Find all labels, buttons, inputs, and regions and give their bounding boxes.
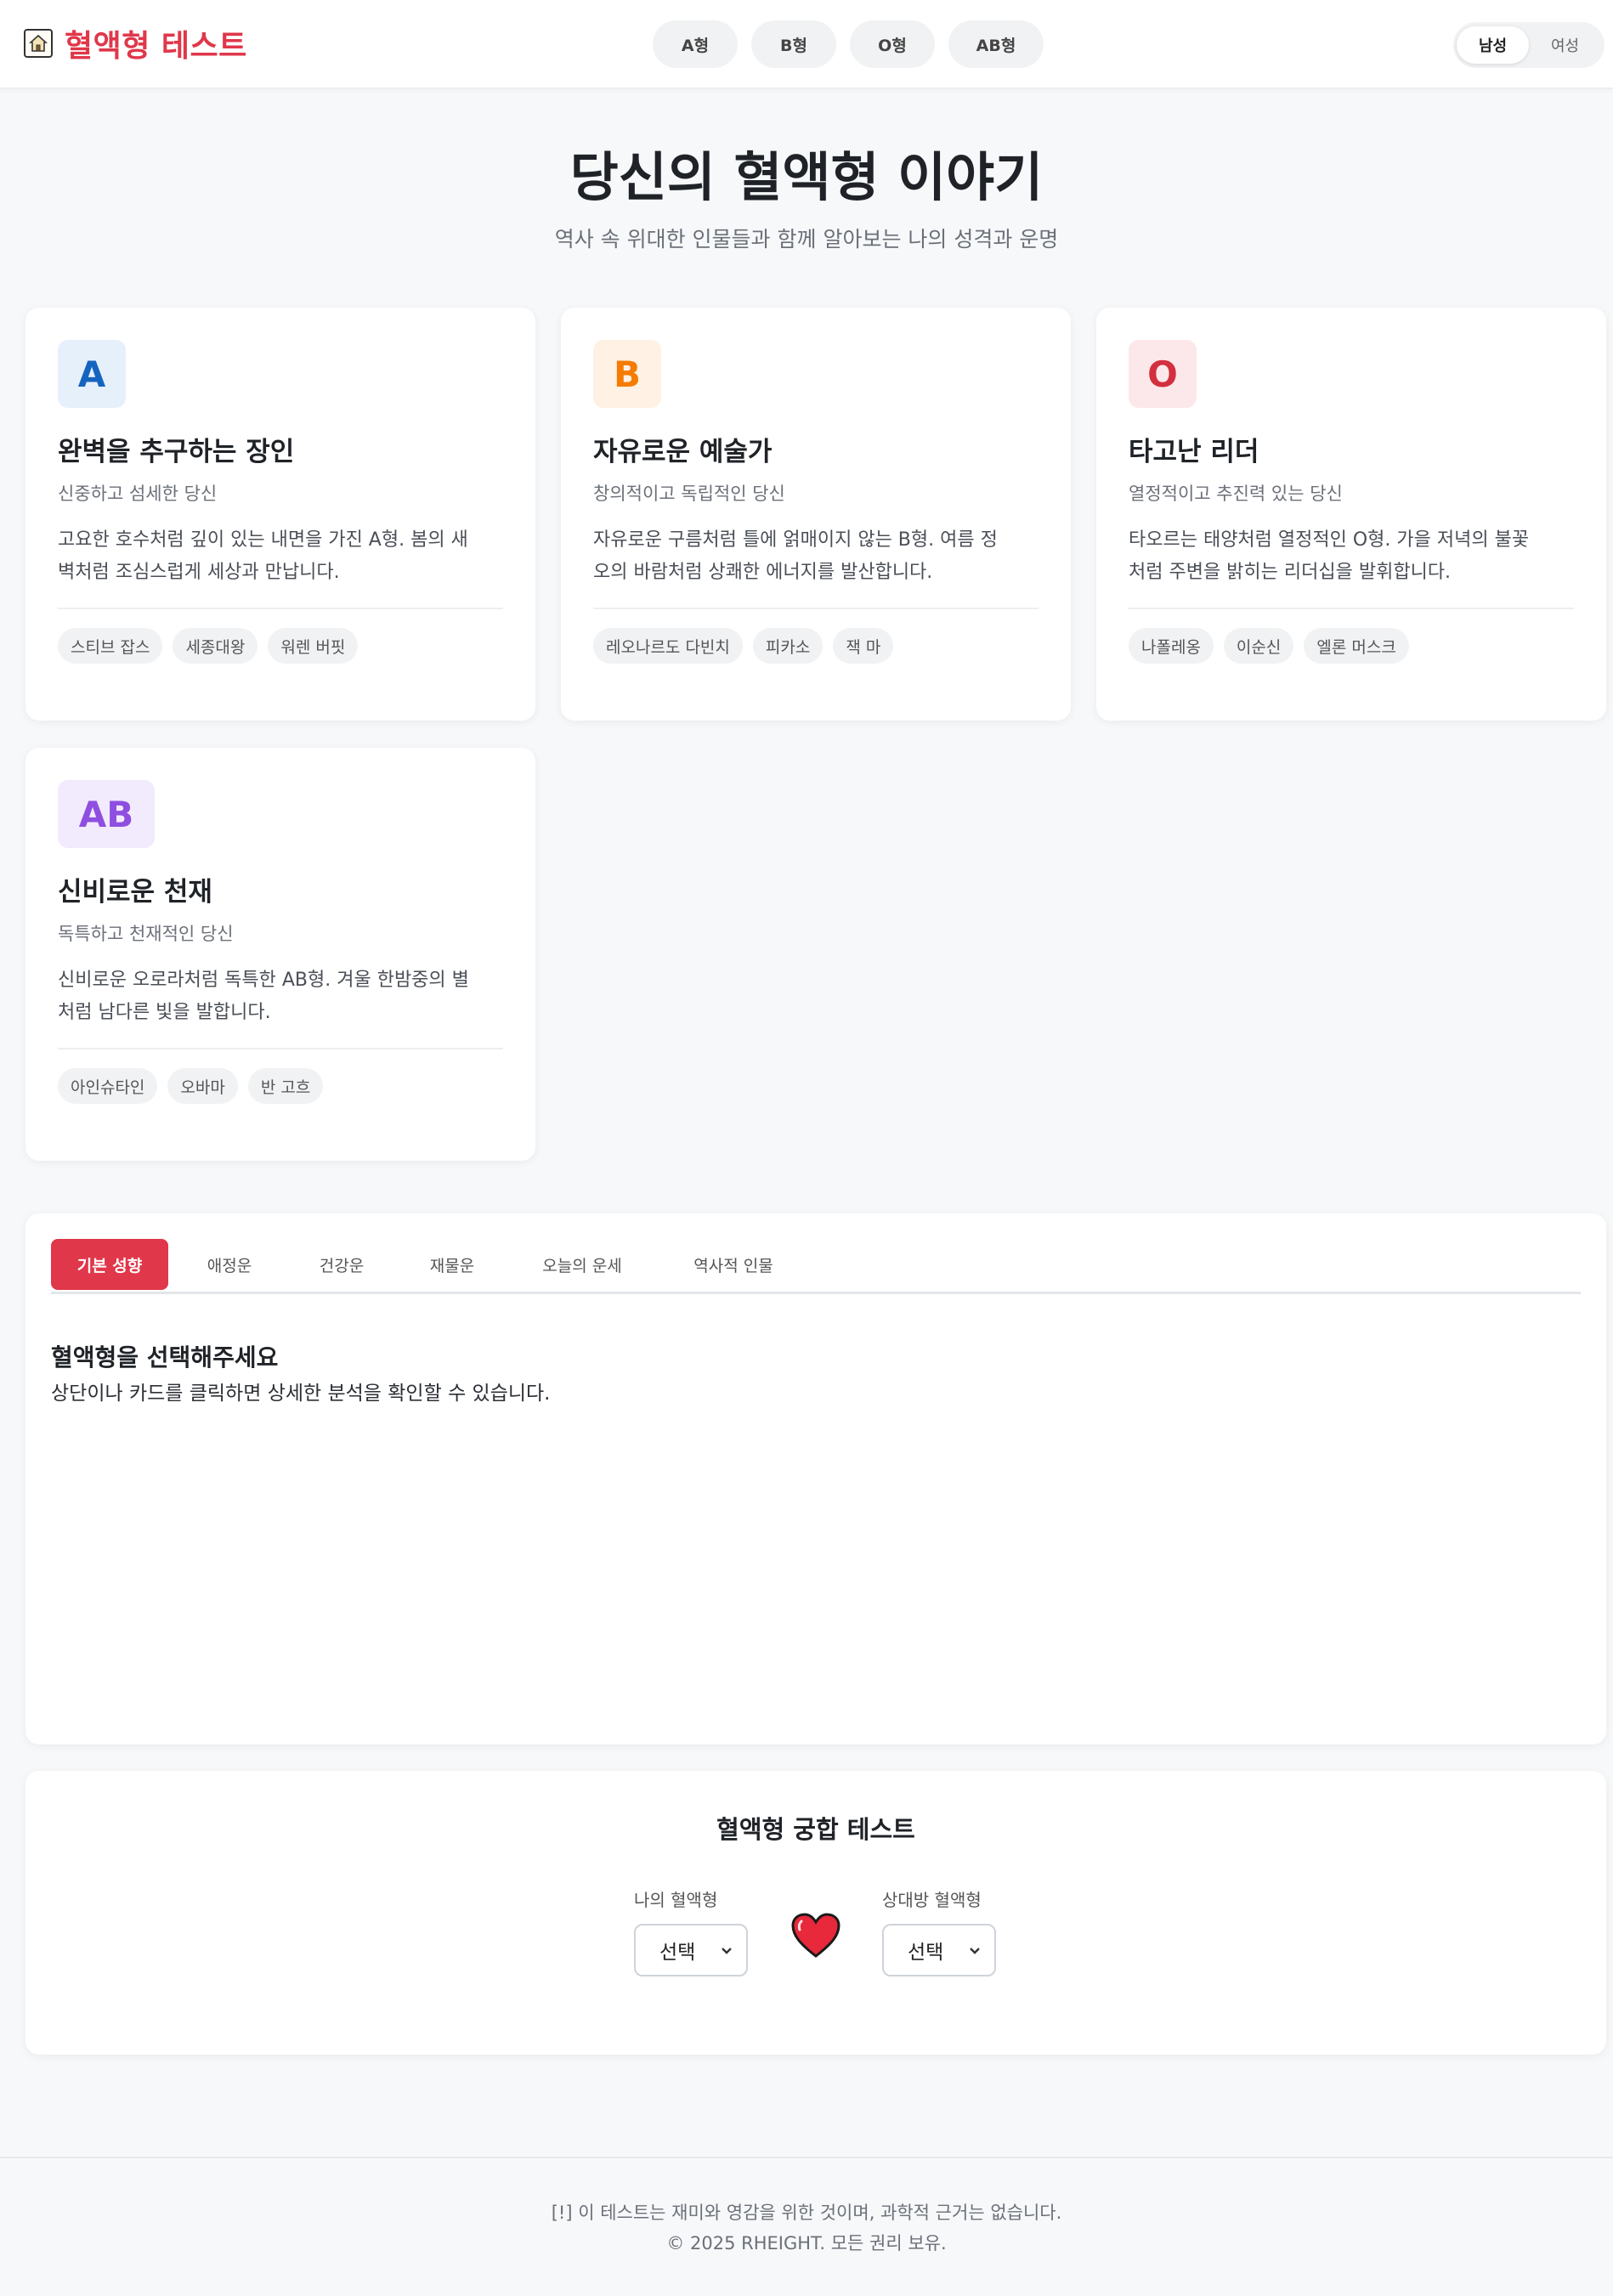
panel-text: 상단이나 카드를 클릭하면 상세한 분석을 확인할 수 있습니다. bbox=[51, 1383, 551, 1405]
person-tag: 세종대왕 bbox=[173, 628, 258, 664]
blood-type-card-o[interactable]: O 타고난 리더 열정적이고 추진력 있는 당신 타오르는 태양처럼 열정적인 … bbox=[1096, 308, 1606, 721]
tab-wealth[interactable]: 재물운 bbox=[401, 1239, 503, 1290]
card-description-line: 오의 바람처럼 상쾌한 에너지를 발산합니다. bbox=[593, 562, 933, 583]
person-tag: 레오나르도 다빈치 bbox=[593, 628, 743, 664]
tab-basic[interactable]: 기본 성향 bbox=[51, 1239, 168, 1290]
person-tag: 오바마 bbox=[167, 1068, 238, 1104]
card-title: 완벽을 추구하는 장인 bbox=[58, 437, 295, 467]
blood-type-badge: AB bbox=[58, 780, 155, 848]
famous-people-tags: 스티브 잡스 세종대왕 워렌 버핏 bbox=[58, 628, 503, 664]
my-blood-label: 나의 혈액형 bbox=[634, 1890, 718, 1910]
card-description: 고요한 호수처럼 깊이 있는 내면을 가진 A형. 봄의 새 벽처럼 조심스럽게… bbox=[58, 524, 503, 589]
logo-text: 혈액형 테스트 bbox=[65, 29, 247, 64]
person-tag: 아인슈타인 bbox=[58, 1068, 158, 1104]
blood-type-card-a[interactable]: A 완벽을 추구하는 장인 신중하고 섬세한 당신 고요한 호수처럼 깊이 있는… bbox=[25, 308, 535, 721]
tab-health[interactable]: 건강운 bbox=[291, 1239, 393, 1290]
chevron-down-icon bbox=[721, 1942, 733, 1960]
gender-male-option[interactable]: 남성 bbox=[1457, 26, 1529, 64]
person-tag: 이순신 bbox=[1223, 628, 1294, 664]
card-description-line: 고요한 호수처럼 깊이 있는 내면을 가진 A형. 봄의 새 bbox=[58, 529, 468, 551]
famous-people-tags: 아인슈타인 오바마 반 고흐 bbox=[58, 1068, 503, 1104]
tab-today[interactable]: 오늘의 운세 bbox=[510, 1239, 654, 1290]
gender-toggle: 남성 여성 bbox=[1453, 22, 1605, 68]
blood-type-badge: O bbox=[1129, 340, 1197, 408]
person-tag: 나폴레옹 bbox=[1129, 628, 1214, 664]
card-description: 신비로운 오로라처럼 독특한 AB형. 겨울 한밤중의 별 처럼 남다른 빛을 … bbox=[58, 964, 503, 1029]
tab-love[interactable]: 애정운 bbox=[178, 1239, 280, 1290]
famous-people-tags: 나폴레옹 이순신 엘론 머스크 bbox=[1129, 628, 1574, 664]
page-title: 당신의 혈액형 이야기 bbox=[569, 146, 1044, 208]
heart-icon bbox=[790, 1912, 841, 1963]
person-tag: 스티브 잡스 bbox=[58, 628, 163, 664]
chevron-down-icon bbox=[969, 1942, 981, 1960]
card-divider bbox=[58, 608, 503, 609]
card-divider bbox=[58, 1048, 503, 1049]
partner-blood-select[interactable]: 선택 bbox=[882, 1924, 996, 1976]
blood-type-badge: B bbox=[593, 340, 661, 408]
person-tag: 워렌 버핏 bbox=[268, 628, 359, 664]
card-title: 신비로운 천재 bbox=[58, 877, 212, 908]
disclaimer-text: [!] 이 테스트는 재미와 영감을 위한 것이며, 과학적 근거는 없습니다. bbox=[551, 2203, 1062, 2223]
logo[interactable]: 혈액형 테스트 bbox=[24, 22, 247, 65]
person-tag: 엘론 머스크 bbox=[1304, 628, 1409, 664]
card-divider bbox=[593, 608, 1039, 609]
blood-type-card-ab[interactable]: AB 신비로운 천재 독특하고 천재적인 당신 신비로운 오로라처럼 독특한 A… bbox=[25, 748, 535, 1161]
card-subtitle: 열정적이고 추진력 있는 당신 bbox=[1129, 484, 1343, 504]
panel-heading: 혈액형을 선택해주세요 bbox=[51, 1343, 279, 1371]
nav-ab-button[interactable]: AB형 bbox=[948, 20, 1044, 68]
card-description-line: 자유로운 구름처럼 틀에 얽매이지 않는 B형. 여름 정 bbox=[593, 529, 998, 551]
top-header: 혈액형 테스트 A형 B형 O형 AB형 남성 여성 bbox=[0, 0, 1613, 89]
blood-type-card-b[interactable]: B 자유로운 예술가 창의적이고 독립적인 당신 자유로운 구름처럼 틀에 얽매… bbox=[561, 308, 1071, 721]
blood-type-badge: A bbox=[58, 340, 126, 408]
card-description-line: 벽처럼 조심스럽게 세상과 만납니다. bbox=[58, 562, 340, 583]
card-description-line: 타오르는 태양처럼 열정적인 O형. 가을 저녁의 불꽃 bbox=[1129, 529, 1530, 551]
person-tag: 반 고흐 bbox=[247, 1068, 324, 1104]
partner-blood-select-value: 선택 bbox=[908, 1942, 944, 1964]
nav-o-button[interactable]: O형 bbox=[850, 20, 935, 68]
compatibility-section: 혈액형 궁합 테스트 나의 혈액형 선택 상대방 혈액형 선택 bbox=[25, 1771, 1606, 2055]
my-blood-select-value: 선택 bbox=[659, 1942, 696, 1964]
card-description-line: 처럼 주변을 밝히는 리더십을 발휘합니다. bbox=[1129, 562, 1452, 583]
card-description-line: 신비로운 오로라처럼 독특한 AB형. 겨울 한밤중의 별 bbox=[58, 970, 469, 991]
blood-type-nav: A형 B형 O형 AB형 bbox=[653, 20, 1044, 68]
card-divider bbox=[1129, 608, 1574, 609]
person-tag: 피카소 bbox=[752, 628, 823, 664]
my-blood-select[interactable]: 선택 bbox=[634, 1924, 748, 1976]
gender-female-option[interactable]: 여성 bbox=[1529, 26, 1601, 64]
nav-a-button[interactable]: A형 bbox=[653, 20, 738, 68]
person-tag: 잭 마 bbox=[833, 628, 894, 664]
card-title: 타고난 리더 bbox=[1129, 437, 1259, 467]
card-title: 자유로운 예술가 bbox=[593, 437, 773, 467]
page-subtitle: 역사 속 위대한 인물들과 함께 알아보는 나의 성격과 운명 bbox=[554, 227, 1059, 252]
tab-historical[interactable]: 역사적 인물 bbox=[661, 1239, 806, 1290]
card-description: 타오르는 태양처럼 열정적인 O형. 가을 저녁의 불꽃 처럼 주변을 밝히는 … bbox=[1129, 524, 1574, 589]
footer: [!] 이 테스트는 재미와 영감을 위한 것이며, 과학적 근거는 없습니다.… bbox=[0, 2157, 1613, 2296]
compatibility-title: 혈액형 궁합 테스트 bbox=[716, 1815, 915, 1844]
analysis-tabs: 기본 성향 애정운 건강운 재물운 오늘의 운세 역사적 인물 bbox=[51, 1239, 1581, 1294]
card-description: 자유로운 구름처럼 틀에 얽매이지 않는 B형. 여름 정 오의 바람처럼 상쾌… bbox=[593, 524, 1039, 589]
famous-people-tags: 레오나르도 다빈치 피카소 잭 마 bbox=[593, 628, 1039, 664]
house-icon bbox=[24, 29, 53, 58]
card-subtitle: 창의적이고 독립적인 당신 bbox=[593, 484, 785, 504]
card-subtitle: 신중하고 섬세한 당신 bbox=[58, 484, 218, 504]
analysis-panel: 기본 성향 애정운 건강운 재물운 오늘의 운세 역사적 인물 혈액형을 선택해… bbox=[25, 1213, 1606, 1745]
card-description-line: 처럼 남다른 빛을 발합니다. bbox=[58, 1002, 271, 1023]
card-subtitle: 독특하고 천재적인 당신 bbox=[58, 924, 234, 944]
nav-b-button[interactable]: B형 bbox=[751, 20, 836, 68]
copyright-text: © 2025 RHEIGHT. 모든 권리 보유. bbox=[666, 2233, 947, 2254]
partner-blood-label: 상대방 혈액형 bbox=[882, 1890, 982, 1910]
